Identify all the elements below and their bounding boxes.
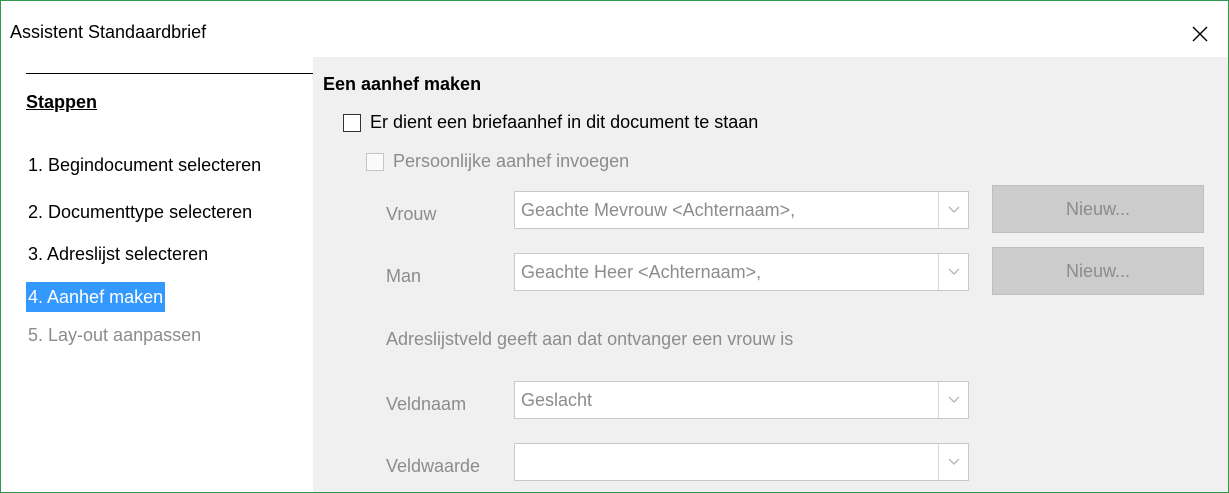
chevron-down-icon: [948, 458, 959, 465]
sidebar-divider: [26, 73, 313, 74]
personal-checkbox-row: Persoonlijke aanhef invoegen: [366, 151, 629, 172]
window-title: Assistent Standaardbrief: [10, 22, 207, 42]
salutation-checkbox[interactable]: [343, 113, 361, 132]
field-value-dropdown-arrow[interactable]: [938, 444, 968, 480]
main-panel: Een aanhef maken Er dient een briefaanhe…: [313, 57, 1228, 492]
close-button[interactable]: [1185, 19, 1215, 49]
female-dropdown-arrow[interactable]: [938, 192, 968, 228]
personal-checkbox: [366, 152, 384, 171]
male-new-button[interactable]: Nieuw...: [992, 247, 1204, 295]
female-salutation-select[interactable]: Geachte Mevrouw <Achternaam>,: [514, 191, 969, 229]
male-label: Man: [386, 266, 422, 286]
field-name-value: Geslacht: [521, 390, 593, 410]
field-name-label: Veldnaam: [386, 394, 467, 414]
female-label: Vrouw: [386, 204, 437, 224]
step-documenttype[interactable]: 2. Documenttype selecteren: [26, 197, 254, 227]
male-salutation-select[interactable]: Geachte Heer <Achternaam>,: [514, 253, 969, 291]
section-title: Een aanhef maken: [323, 74, 482, 94]
step-layout: 5. Lay-out aanpassen: [28, 325, 202, 345]
female-new-button[interactable]: Nieuw...: [992, 185, 1204, 233]
chevron-down-icon: [948, 268, 959, 275]
address-field-info: Adreslijstveld geeft aan dat ontvanger e…: [386, 329, 794, 349]
salutation-checkbox-row[interactable]: Er dient een briefaanhef in dit document…: [343, 112, 758, 133]
field-name-dropdown-arrow[interactable]: [938, 382, 968, 418]
chevron-down-icon: [948, 206, 959, 213]
male-dropdown-arrow[interactable]: [938, 254, 968, 290]
field-value-label: Veldwaarde: [386, 456, 481, 476]
step-adreslijst[interactable]: 3. Adreslijst selecteren: [26, 239, 210, 269]
field-name-select[interactable]: Geslacht: [514, 381, 969, 419]
steps-heading: Stappen: [26, 92, 98, 112]
steps-sidebar: Stappen 1. Begindocument selecteren 2. D…: [1, 63, 313, 492]
dialog-window: Assistent Standaardbrief Stappen 1. Begi…: [0, 0, 1229, 493]
step-aanhef[interactable]: 4. Aanhef maken: [26, 282, 166, 312]
female-salutation-value: Geachte Mevrouw <Achternaam>,: [521, 200, 796, 220]
title-bar: Assistent Standaardbrief: [1, 1, 1228, 63]
chevron-down-icon: [948, 396, 959, 403]
step-begindocument[interactable]: 1. Begindocument selecteren: [26, 150, 263, 180]
field-value-select[interactable]: [514, 443, 969, 481]
male-salutation-value: Geachte Heer <Achternaam>,: [521, 262, 762, 282]
salutation-checkbox-label: Er dient een briefaanhef in dit document…: [370, 112, 759, 132]
personal-checkbox-label: Persoonlijke aanhef invoegen: [393, 151, 630, 171]
close-icon: [1192, 26, 1208, 42]
